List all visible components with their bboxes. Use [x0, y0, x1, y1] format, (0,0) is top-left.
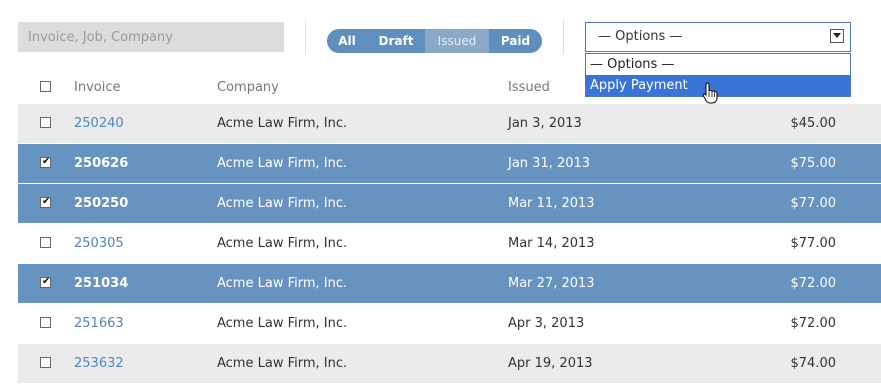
- table-row[interactable]: 250240 Acme Law Firm, Inc. Jan 3, 2013 $…: [18, 104, 881, 144]
- status-filter-group: All Draft Issued Paid: [327, 29, 542, 53]
- toolbar-divider: [563, 20, 564, 54]
- row-checkbox[interactable]: ✔: [40, 196, 51, 208]
- search-input[interactable]: [18, 22, 284, 52]
- column-header-issued[interactable]: Issued: [508, 80, 550, 95]
- issued-date-cell: Jan 3, 2013: [508, 116, 582, 131]
- company-cell: Acme Law Firm, Inc.: [217, 116, 348, 131]
- company-cell: Acme Law Firm, Inc.: [217, 356, 348, 371]
- checkmark-icon: ✔: [42, 276, 51, 287]
- table-row[interactable]: ✔ 250250 Acme Law Firm, Inc. Mar 11, 201…: [18, 184, 881, 224]
- invoice-link[interactable]: 250240: [74, 116, 124, 131]
- invoice-link[interactable]: 251034: [74, 276, 128, 291]
- company-cell: Acme Law Firm, Inc.: [217, 316, 348, 331]
- amount-cell: $74.00: [790, 356, 837, 371]
- row-checkbox[interactable]: [40, 117, 51, 128]
- dropdown-option-placeholder[interactable]: — Options —: [586, 54, 850, 75]
- options-select-value: — Options —: [598, 29, 683, 44]
- amount-cell: $77.00: [790, 236, 837, 251]
- row-checkbox[interactable]: [40, 357, 51, 368]
- row-checkbox[interactable]: ✔: [40, 276, 51, 288]
- row-checkbox[interactable]: [40, 237, 51, 248]
- invoice-link[interactable]: 250626: [74, 156, 128, 171]
- invoice-link[interactable]: 251663: [74, 316, 124, 331]
- filter-paid-button[interactable]: Paid: [489, 29, 542, 53]
- company-cell: Acme Law Firm, Inc.: [217, 156, 348, 171]
- table-row[interactable]: ✔ 250626 Acme Law Firm, Inc. Jan 31, 201…: [18, 144, 881, 184]
- issued-date-cell: Apr 19, 2013: [508, 356, 593, 371]
- checkmark-icon: ✔: [42, 196, 51, 207]
- filter-issued-button[interactable]: Issued: [425, 29, 489, 53]
- table-row[interactable]: ✔ 251034 Acme Law Firm, Inc. Mar 27, 201…: [18, 264, 881, 304]
- table-row[interactable]: 251663 Acme Law Firm, Inc. Apr 3, 2013 $…: [18, 304, 881, 344]
- issued-date-cell: Mar 14, 2013: [508, 236, 595, 251]
- toolbar-divider: [305, 20, 306, 54]
- filter-draft-button[interactable]: Draft: [367, 29, 425, 53]
- company-cell: Acme Law Firm, Inc.: [217, 236, 348, 251]
- amount-cell: $72.00: [790, 316, 837, 331]
- company-cell: Acme Law Firm, Inc.: [217, 276, 348, 291]
- invoice-link[interactable]: 250250: [74, 196, 128, 211]
- issued-date-cell: Mar 27, 2013: [508, 276, 595, 291]
- issued-date-cell: Mar 11, 2013: [508, 196, 595, 211]
- column-header-company[interactable]: Company: [217, 80, 279, 95]
- options-select[interactable]: — Options —: [585, 22, 851, 52]
- amount-cell: $77.00: [790, 196, 837, 211]
- filter-all-button[interactable]: All: [327, 29, 367, 53]
- issued-date-cell: Apr 3, 2013: [508, 316, 585, 331]
- row-checkbox[interactable]: ✔: [40, 156, 51, 168]
- row-checkbox[interactable]: [40, 317, 51, 328]
- checkmark-icon: ✔: [42, 156, 51, 167]
- issued-date-cell: Jan 31, 2013: [508, 156, 591, 171]
- column-header-invoice[interactable]: Invoice: [74, 80, 120, 95]
- invoice-table-body: 250240 Acme Law Firm, Inc. Jan 3, 2013 $…: [18, 104, 881, 384]
- table-row[interactable]: 250305 Acme Law Firm, Inc. Mar 14, 2013 …: [18, 224, 881, 264]
- select-all-checkbox[interactable]: [40, 81, 51, 92]
- amount-cell: $45.00: [790, 116, 837, 131]
- table-row[interactable]: 253632 Acme Law Firm, Inc. Apr 19, 2013 …: [18, 344, 881, 384]
- chevron-down-icon[interactable]: [830, 29, 844, 43]
- company-cell: Acme Law Firm, Inc.: [217, 196, 348, 211]
- amount-cell: $75.00: [790, 156, 837, 171]
- hand-pointer-icon: [702, 82, 720, 108]
- invoice-link[interactable]: 250305: [74, 236, 124, 251]
- invoice-link[interactable]: 253632: [74, 356, 124, 371]
- amount-cell: $72.00: [790, 276, 837, 291]
